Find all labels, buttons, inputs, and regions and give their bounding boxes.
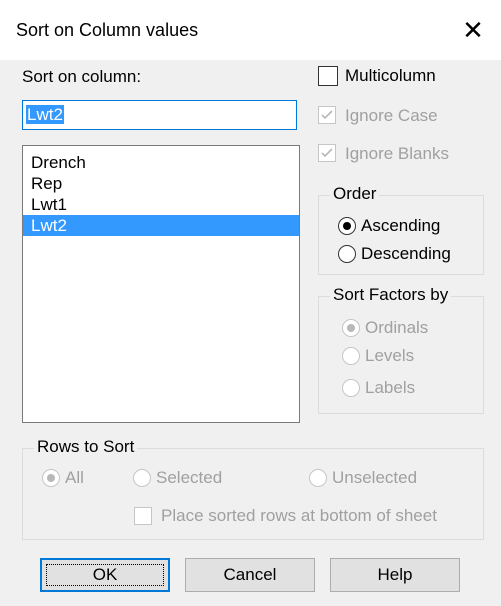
order-legend: Order <box>330 184 380 204</box>
ignore-blanks-checkbox-box <box>318 144 336 162</box>
place-bottom-checkbox-box <box>134 507 152 525</box>
cancel-button[interactable]: Cancel <box>185 558 315 592</box>
list-item-drench[interactable]: Drench <box>23 152 299 173</box>
unselected-radio: Unselected <box>309 467 449 489</box>
ignore-blanks-checkbox: Ignore Blanks <box>318 142 498 166</box>
help-button-label: Help <box>377 565 413 584</box>
selected-rows-label: Selected <box>156 468 223 487</box>
ascending-radio[interactable]: Ascending <box>338 215 478 237</box>
sort-factors-legend: Sort Factors by <box>330 285 452 305</box>
selected-rows-radio: Selected <box>133 467 253 489</box>
help-button[interactable]: Help <box>330 558 460 592</box>
place-bottom-label: Place sorted rows at bottom of sheet <box>161 506 437 525</box>
all-radio: All <box>42 467 122 489</box>
list-item-lwt2[interactable]: Lwt2 <box>23 215 299 236</box>
ignore-case-checkbox-box <box>318 106 336 124</box>
checkmark-icon <box>321 148 333 158</box>
selected-rows-radio-circle <box>133 469 151 487</box>
descending-radio[interactable]: Descending <box>338 243 478 265</box>
cancel-button-label: Cancel <box>223 565 277 584</box>
multicolumn-checkbox-box[interactable] <box>318 66 338 86</box>
levels-radio-circle <box>342 347 360 365</box>
unselected-radio-circle <box>309 469 327 487</box>
close-button[interactable]: ✕ <box>459 16 487 44</box>
list-item-rep[interactable]: Rep <box>23 173 299 194</box>
ordinals-radio-circle <box>342 319 360 337</box>
sort-column-input[interactable]: Lwt2 <box>22 100 297 130</box>
labels-radio-circle <box>342 379 360 397</box>
multicolumn-checkbox[interactable]: Multicolumn <box>318 64 498 88</box>
ignore-case-label: Ignore Case <box>345 106 438 125</box>
ok-focus-rect <box>46 564 164 586</box>
sort-column-input-value: Lwt2 <box>26 105 64 124</box>
labels-radio: Labels <box>342 377 472 399</box>
ordinals-label: Ordinals <box>365 318 429 337</box>
descending-radio-circle[interactable] <box>338 245 356 263</box>
multicolumn-label: Multicolumn <box>345 66 436 85</box>
sort-column-label: Sort on column: <box>22 67 142 86</box>
checkmark-icon <box>321 110 333 120</box>
levels-label: Levels <box>365 346 415 365</box>
ordinals-radio: Ordinals <box>342 317 472 339</box>
descending-label: Descending <box>361 244 451 263</box>
ascending-radio-circle[interactable] <box>338 217 356 235</box>
place-bottom-checkbox: Place sorted rows at bottom of sheet <box>134 505 479 527</box>
all-label: All <box>65 468 84 487</box>
column-listbox[interactable]: Drench Rep Lwt1 Lwt2 <box>22 145 300 423</box>
ascending-label: Ascending <box>361 216 441 235</box>
close-icon: ✕ <box>462 15 484 45</box>
all-radio-circle <box>42 469 60 487</box>
levels-radio: Levels <box>342 345 472 367</box>
ignore-blanks-label: Ignore Blanks <box>345 144 449 163</box>
ignore-case-checkbox: Ignore Case <box>318 104 498 128</box>
unselected-label: Unselected <box>332 468 418 487</box>
list-item-lwt1[interactable]: Lwt1 <box>23 194 299 215</box>
window-title: Sort on Column values <box>16 20 199 40</box>
labels-label: Labels <box>365 378 416 397</box>
rows-to-sort-legend: Rows to Sort <box>34 437 138 457</box>
ok-button[interactable]: OK <box>40 558 170 592</box>
